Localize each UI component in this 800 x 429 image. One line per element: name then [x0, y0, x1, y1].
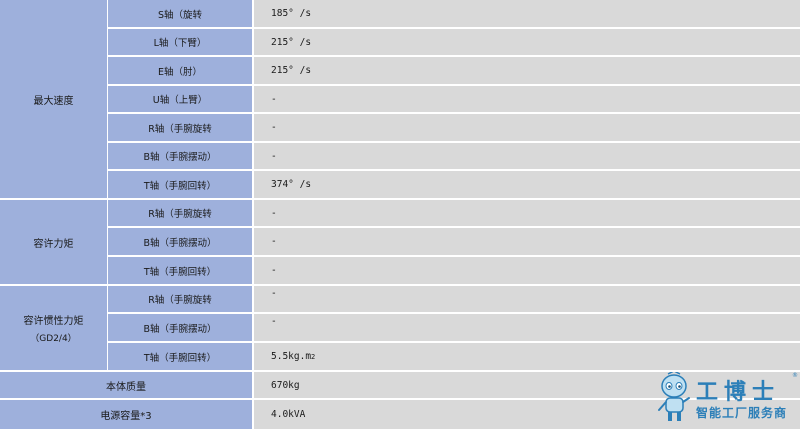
- registered-mark: ®: [792, 372, 798, 379]
- axis-value: -: [254, 114, 800, 143]
- axis-label: L轴（下臂）: [108, 29, 254, 57]
- axis-label: T轴（手腕回转）: [108, 257, 254, 286]
- group-note: （GD2/4）: [30, 334, 77, 344]
- axis-value: 215° /s: [254, 57, 800, 86]
- axis-label: U轴（上臂）: [108, 86, 254, 114]
- spec-table: 最大速度 容许力矩 容许惯性力矩 （GD2/4） S轴（旋转 185° /s L…: [0, 0, 800, 429]
- group-label: 最大速度: [33, 95, 74, 107]
- axis-value: 374° /s: [254, 171, 800, 200]
- watermark-logo: 工博士 ® 智能工厂服务商: [656, 372, 800, 429]
- power-capacity-label: 电源容量*3: [0, 400, 254, 429]
- axis-label: R轴（手腕旋转: [108, 200, 254, 228]
- axis-value: 5.5kg.m 2: [254, 343, 800, 372]
- body-mass-label: 本体质量: [0, 372, 254, 400]
- group-max-speed: 最大速度: [0, 0, 108, 200]
- group-label: 容许惯性力矩: [23, 316, 84, 327]
- axis-label: B轴（手腕摆动）: [108, 143, 254, 171]
- watermark-subtitle: 智能工厂服务商: [696, 406, 788, 420]
- axis-value: -: [254, 314, 800, 343]
- axis-value: 215° /s: [254, 29, 800, 57]
- axis-label: R轴（手腕旋转: [108, 286, 254, 314]
- axis-value: -: [254, 228, 800, 257]
- axis-label: S轴（旋转: [108, 0, 254, 29]
- axis-value: 185° /s: [254, 0, 800, 29]
- axis-label: R轴（手腕旋转: [108, 114, 254, 143]
- axis-value: -: [254, 286, 800, 314]
- axis-value: -: [254, 200, 800, 228]
- axis-label: E轴（肘）: [108, 57, 254, 86]
- axis-value: -: [254, 257, 800, 286]
- axis-value: -: [254, 143, 800, 171]
- group-allowable-inertia: 容许惯性力矩 （GD2/4）: [0, 286, 108, 372]
- axis-label: B轴（手腕摆动）: [108, 228, 254, 257]
- group-label: 容许力矩: [33, 238, 74, 250]
- axis-label: B轴（手腕摆动）: [108, 314, 254, 343]
- axis-label: T轴（手腕回转）: [108, 171, 254, 200]
- group-allowable-moment: 容许力矩: [0, 200, 108, 286]
- axis-label: T轴（手腕回转）: [108, 343, 254, 372]
- watermark-title: 工博士: [696, 379, 781, 405]
- robot-mascot-icon: [658, 372, 690, 421]
- axis-value: -: [254, 86, 800, 114]
- superscript: 2: [311, 352, 316, 361]
